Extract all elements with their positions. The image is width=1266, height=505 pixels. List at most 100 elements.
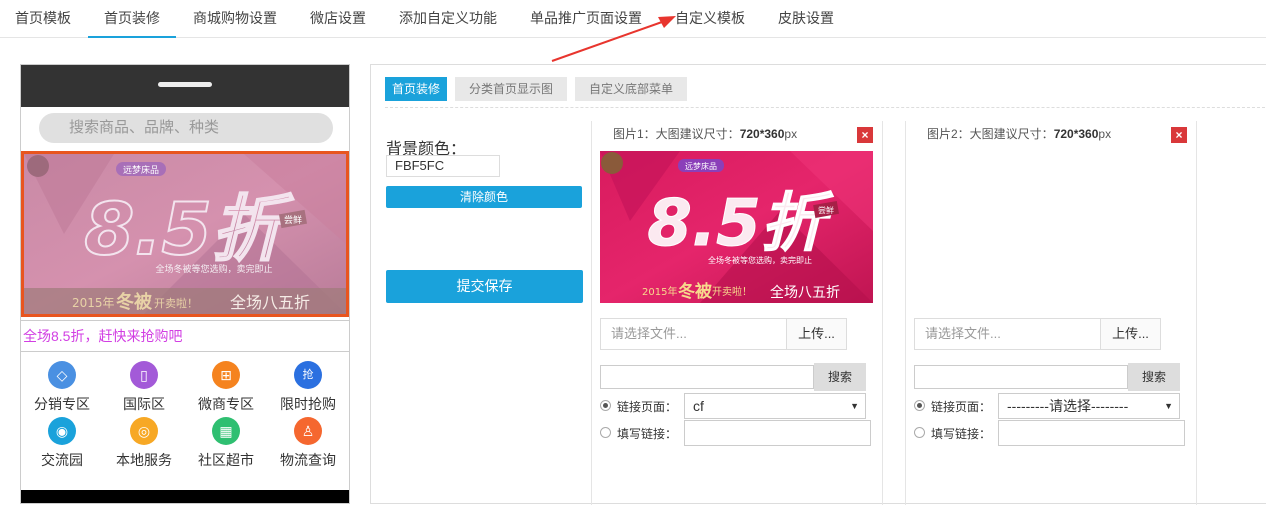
link-page-row: 链接页面： ---------请选择-------- ▼ (914, 393, 1186, 419)
divider (385, 107, 1265, 108)
shortcut-label: 本地服务 (116, 452, 172, 468)
link-page-select[interactable]: ---------请选择-------- ▼ (998, 393, 1180, 419)
tab-microstore-settings[interactable]: 微店设置 (296, 0, 380, 38)
brand-logo-icon (601, 152, 623, 174)
file-input[interactable]: 请选择文件... (601, 319, 786, 349)
top-nav: 首页模板 首页装修 商城购物设置 微店设置 添加自定义功能 单品推广页面设置 自… (0, 0, 1266, 38)
banner-sub-text: 全场冬被等您选购，卖完即止 (155, 263, 272, 275)
banner-big-text: 8.5折 (647, 187, 833, 261)
store-icon: ▦ (212, 417, 240, 445)
search-button[interactable]: 搜索 (814, 363, 866, 391)
image-slot-caption: 图片1：大图建议尺寸：720*360px (613, 127, 798, 141)
banner-open-text: 开卖啦！ (154, 296, 198, 310)
bag-icon: ▯ (130, 361, 158, 389)
custom-link-label: 填写链接： (931, 427, 992, 441)
divider (882, 121, 883, 505)
shortcut-label: 分销专区 (34, 396, 90, 412)
tab-custom-template[interactable]: 自定义模板 (664, 0, 756, 38)
shortcut-logistics[interactable]: ♙ 物流查询 (267, 417, 349, 473)
tab-single-product-promo[interactable]: 单品推广页面设置 (516, 0, 656, 38)
chat-icon: ◉ (48, 417, 76, 445)
phone-bottom-bar (21, 490, 349, 503)
phone-preview: 搜索商品、品牌、种类 远梦床品 8.5折 尝鲜 全场冬被等您选购，卖完即止 20… (20, 64, 350, 504)
bg-color-input[interactable]: FBF5FC (386, 155, 500, 177)
banner-image-preview: 远梦床品 8.5折 尝鲜 全场冬被等您选购，卖完即止 2015年 冬被 开卖啦！… (600, 151, 873, 303)
shortcut-flash-sale[interactable]: 抢 限时抢购 (267, 361, 349, 417)
brand-logo-icon (27, 155, 49, 177)
subtab-category-display[interactable]: 分类首页显示图 (455, 77, 567, 101)
close-icon[interactable]: × (1171, 127, 1187, 143)
custom-link-input[interactable] (998, 420, 1185, 446)
banner-tag-text: 远梦床品 (123, 164, 159, 176)
custom-link-radio[interactable] (914, 427, 925, 438)
link-page-label: 链接页面： (931, 400, 992, 414)
tab-skin-settings[interactable]: 皮肤设置 (764, 0, 848, 38)
grab-icon: 抢 (294, 361, 322, 389)
banner-year-text: 2015年 (72, 296, 115, 310)
tab-home-decoration[interactable]: 首页装修 (88, 0, 176, 38)
banner-product-text: 冬被 (678, 281, 712, 302)
shortcut-community[interactable]: ◉ 交流园 (21, 417, 103, 473)
upload-button[interactable]: 上传... (786, 319, 846, 349)
custom-link-row: 填写链接： (600, 420, 872, 446)
banner-badge-text: 尝鲜 (818, 205, 834, 215)
banner-big-text: 8.5折 (84, 187, 294, 271)
subtab-home-decoration[interactable]: 首页装修 (385, 77, 447, 101)
link-page-radio[interactable] (600, 400, 611, 411)
banner-sub-text: 全场冬被等您选购，卖完即止 (708, 255, 812, 265)
divider (905, 121, 906, 505)
shortcut-international[interactable]: ▯ 国际区 (103, 361, 185, 417)
custom-link-label: 填写链接： (617, 427, 678, 441)
link-page-row: 链接页面： cf ▼ (600, 393, 872, 419)
banner-tag-text: 远梦床品 (685, 161, 717, 171)
diamond-icon: ◇ (48, 361, 76, 389)
link-page-label: 链接页面： (617, 400, 678, 414)
link-page-selected: ---------请选择-------- (1007, 398, 1129, 414)
shortcut-microbusiness[interactable]: ⊞ 微商专区 (185, 361, 267, 417)
custom-link-radio[interactable] (600, 427, 611, 438)
clear-color-button[interactable]: 清除颜色 (386, 186, 582, 208)
banner-image: 远梦床品 8.5折 尝鲜 全场冬被等您选购，卖完即止 2015年 冬被 开卖啦！… (600, 151, 873, 303)
location-icon: ◎ (130, 417, 158, 445)
phone-search-input[interactable]: 搜索商品、品牌、种类 (39, 113, 333, 143)
shortcut-label: 物流查询 (280, 452, 336, 468)
search-button[interactable]: 搜索 (1128, 363, 1180, 391)
custom-link-input[interactable] (684, 420, 871, 446)
image-slot-caption: 图片2：大图建议尺寸：720*360px (927, 127, 1112, 141)
upload-button[interactable]: 上传... (1100, 319, 1160, 349)
phone-search-area: 搜索商品、品牌、种类 (21, 107, 349, 151)
shortcut-supermarket[interactable]: ▦ 社区超市 (185, 417, 267, 473)
tab-mall-shopping-settings[interactable]: 商城购物设置 (180, 0, 290, 38)
shortcut-label: 限时抢购 (280, 396, 336, 412)
shortcut-label: 国际区 (123, 396, 165, 412)
phone-tagline[interactable]: 全场8.5折，赶快来抢购吧 (21, 320, 349, 352)
link-search-input[interactable] (914, 365, 1128, 389)
decoration-panel: 首页装修 分类首页显示图 自定义底部菜单 背景颜色： FBF5FC 清除颜色 提… (370, 64, 1266, 505)
link-page-select[interactable]: cf ▼ (684, 393, 866, 419)
image-slot-2: 图片2：大图建议尺寸：720*360px × 请选择文件... 上传... 搜索… (905, 121, 1197, 505)
link-search: 搜索 (600, 363, 866, 391)
link-search-input[interactable] (600, 365, 814, 389)
phone-speaker (158, 82, 212, 87)
image-slot-1: 图片1：大图建议尺寸：720*360px × 远梦床品 8.5折 尝鲜 全场冬被… (591, 121, 883, 505)
shortcut-label: 微商专区 (198, 396, 254, 412)
banner-product-text: 冬被 (116, 291, 153, 313)
save-button[interactable]: 提交保存 (386, 270, 583, 303)
chevron-down-icon: ▼ (850, 401, 859, 411)
shortcut-distribution[interactable]: ◇ 分销专区 (21, 361, 103, 417)
shortcut-label: 社区超市 (198, 452, 254, 468)
divider (591, 121, 592, 505)
file-input[interactable]: 请选择文件... (915, 319, 1100, 349)
shortcut-local-service[interactable]: ◎ 本地服务 (103, 417, 185, 473)
tab-home-template[interactable]: 首页模板 (0, 0, 86, 38)
file-picker: 请选择文件... 上传... (914, 318, 1161, 350)
subtab-custom-bottom-menu[interactable]: 自定义底部菜单 (575, 77, 687, 101)
close-icon[interactable]: × (857, 127, 873, 143)
phone-banner[interactable]: 远梦床品 8.5折 尝鲜 全场冬被等您选购，卖完即止 2015年 冬被 开卖啦！… (21, 151, 349, 317)
tab-add-custom-function[interactable]: 添加自定义功能 (386, 0, 510, 38)
link-page-selected: cf (693, 398, 704, 414)
phone-status-bar (21, 65, 349, 107)
link-page-radio[interactable] (914, 400, 925, 411)
banner-discount-text: 全场八五折 (770, 284, 840, 301)
link-search: 搜索 (914, 363, 1180, 391)
